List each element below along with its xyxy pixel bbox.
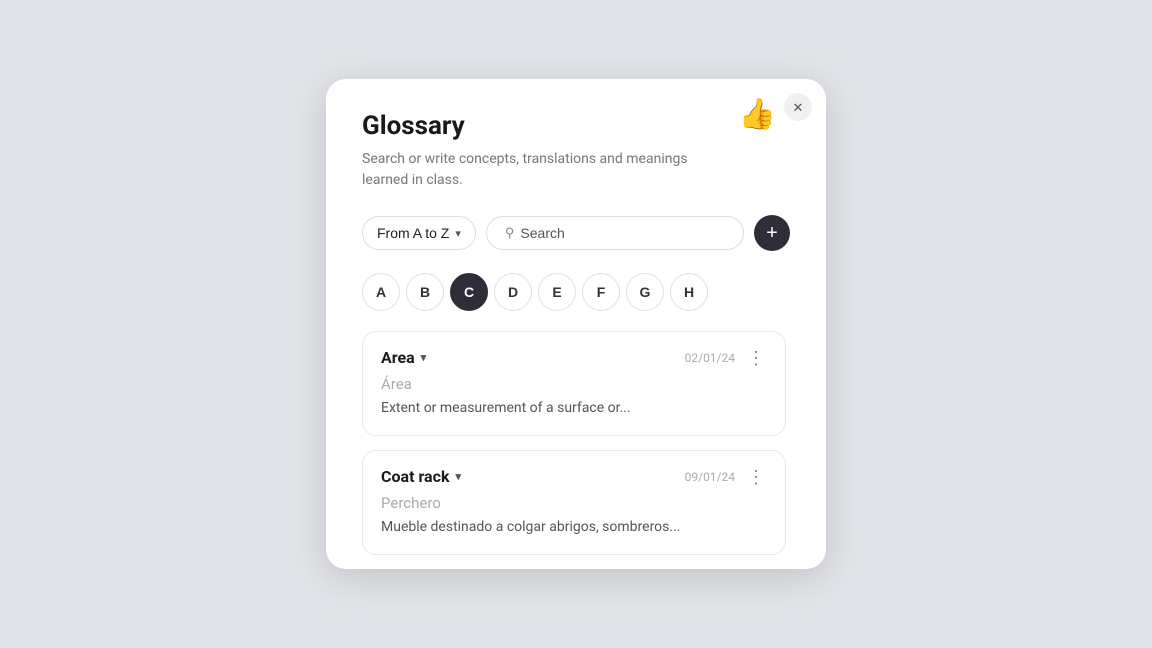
search-label: Search [520, 225, 564, 241]
modal-subtitle: Search or write concepts, translations a… [362, 149, 702, 191]
modal-title: Glossary [362, 111, 790, 141]
entry-card-coatrack: Coat rack ▾ 09/01/24 ⋮ Perchero Mueble d… [362, 450, 786, 555]
entry-menu-button[interactable]: ⋮ [745, 468, 767, 486]
entry-menu-button[interactable]: ⋮ [745, 349, 767, 367]
plus-icon: + [766, 222, 778, 245]
alpha-btn-e[interactable]: E [538, 273, 576, 311]
alpha-btn-d[interactable]: D [494, 273, 532, 311]
toolbar: From A to Z ▾ ⚲ Search + [362, 215, 790, 251]
alphabet-nav: A B C D E F G H [362, 273, 790, 311]
entry-header: Coat rack ▾ 09/01/24 ⋮ [381, 467, 767, 486]
entry-title: Area ▾ [381, 348, 426, 367]
entry-meta: 09/01/24 ⋮ [685, 468, 767, 486]
chevron-down-icon: ▾ [455, 227, 461, 240]
entry-card-area: Area ▾ 02/01/24 ⋮ Área Extent or measure… [362, 331, 786, 436]
glossary-modal: ✕ 👍 Glossary Search or write concepts, t… [326, 79, 826, 568]
entry-title: Coat rack ▾ [381, 467, 461, 486]
entry-definition: Mueble destinado a colgar abrigos, sombr… [381, 518, 767, 538]
entry-term: Coat rack [381, 467, 450, 486]
entry-definition: Extent or measurement of a surface or... [381, 399, 767, 419]
expand-icon: ▾ [421, 351, 427, 364]
entry-term: Area [381, 348, 415, 367]
alpha-btn-a[interactable]: A [362, 273, 400, 311]
alpha-btn-g[interactable]: G [626, 273, 664, 311]
entry-translation: Perchero [381, 494, 767, 512]
entry-date: 09/01/24 [685, 470, 735, 484]
expand-icon: ▾ [456, 470, 462, 483]
alpha-btn-f[interactable]: F [582, 273, 620, 311]
search-icon: ⚲ [505, 225, 515, 241]
search-button[interactable]: ⚲ Search [486, 216, 744, 250]
entry-translation: Área [381, 375, 767, 393]
sort-label: From A to Z [377, 225, 449, 241]
alpha-btn-b[interactable]: B [406, 273, 444, 311]
entry-header: Area ▾ 02/01/24 ⋮ [381, 348, 767, 367]
sort-dropdown[interactable]: From A to Z ▾ [362, 216, 476, 250]
close-icon: ✕ [793, 101, 804, 114]
entry-meta: 02/01/24 ⋮ [685, 349, 767, 367]
entry-date: 02/01/24 [685, 351, 735, 365]
entries-list: Area ▾ 02/01/24 ⋮ Área Extent or measure… [362, 331, 790, 568]
alpha-btn-c[interactable]: C [450, 273, 488, 311]
close-button[interactable]: ✕ [784, 93, 812, 121]
thumbs-up-icon: 👍 [739, 97, 776, 132]
alpha-btn-h[interactable]: H [670, 273, 708, 311]
add-entry-button[interactable]: + [754, 215, 790, 251]
